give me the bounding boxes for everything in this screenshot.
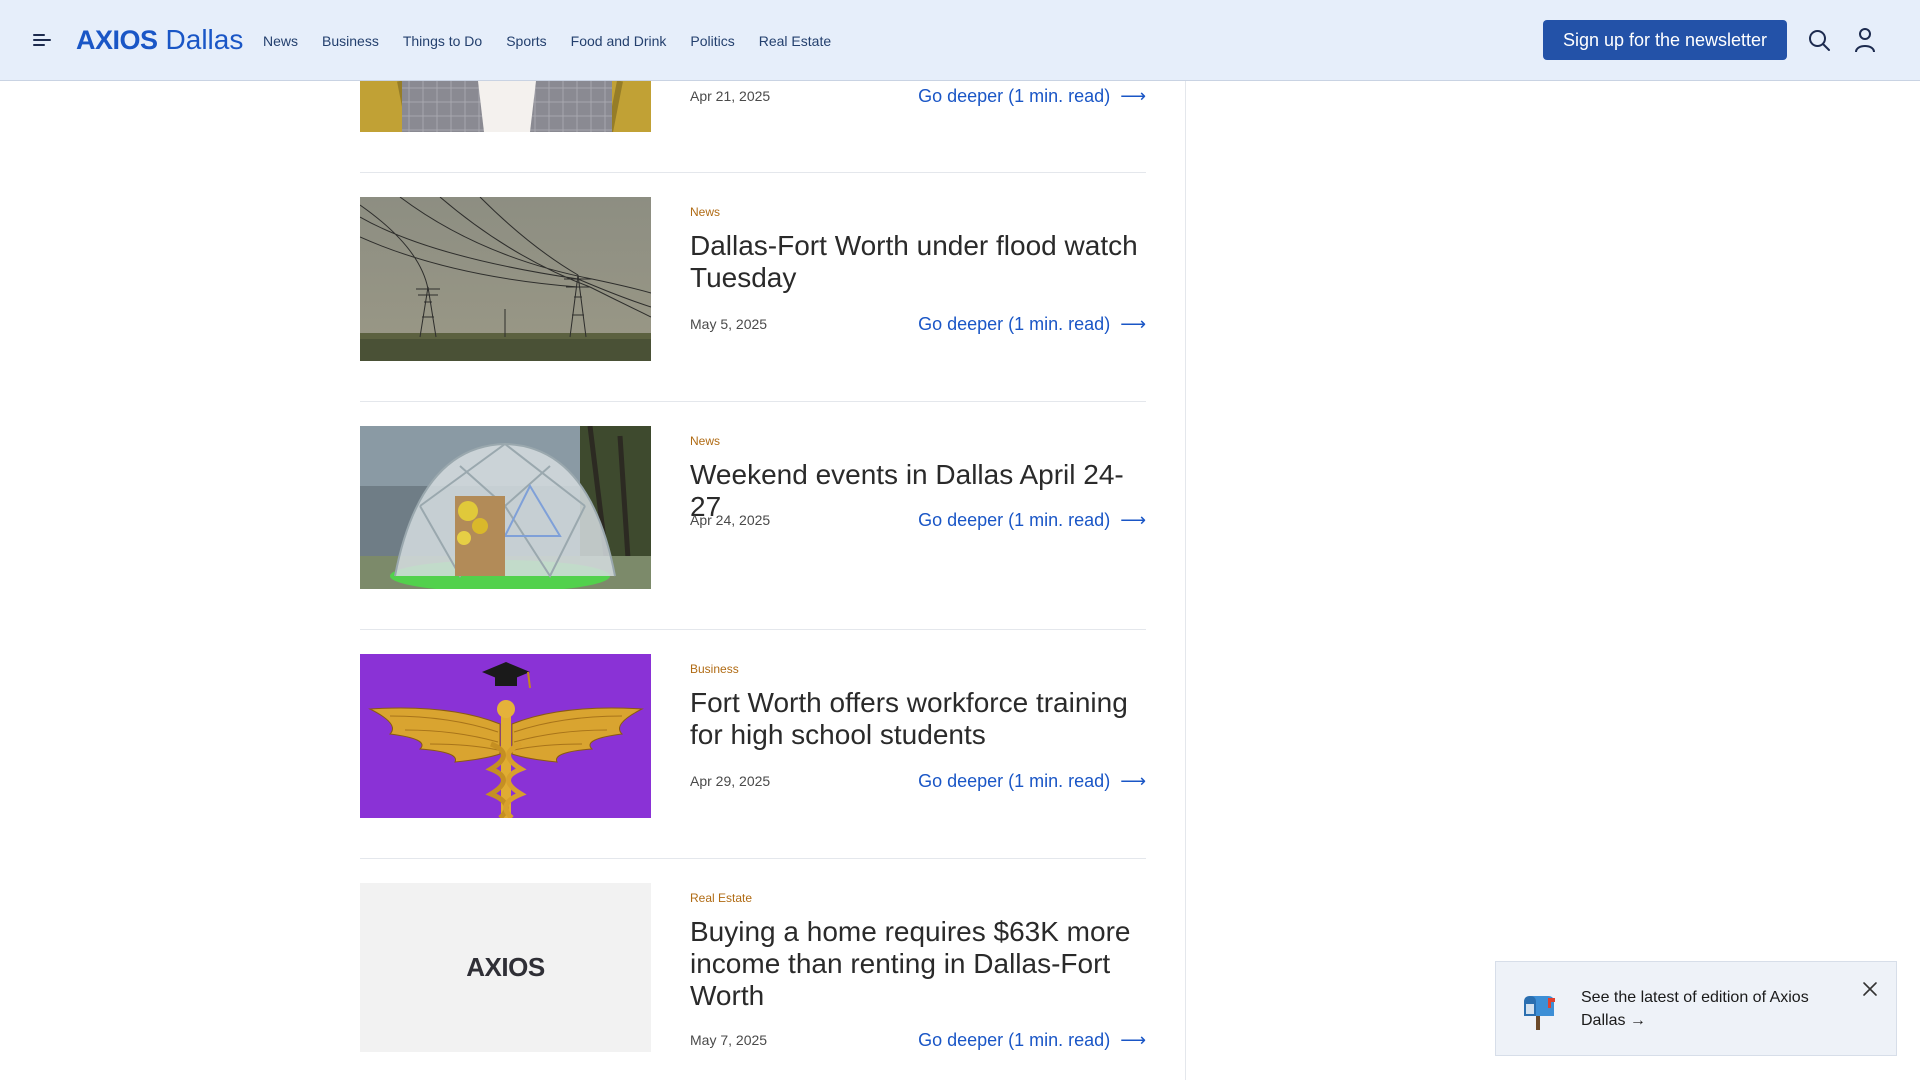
article-separator bbox=[360, 172, 1146, 173]
article-thumbnail[interactable] bbox=[360, 81, 651, 132]
article-date: May 7, 2025 bbox=[690, 1032, 768, 1048]
article-title[interactable]: Buying a home requires $63K more income … bbox=[690, 916, 1146, 1012]
article-separator bbox=[360, 858, 1146, 859]
article-category[interactable]: News bbox=[690, 434, 1146, 448]
go-deeper-link[interactable]: Go deeper (1 min. read) ⟶ bbox=[918, 314, 1146, 335]
article-thumbnail[interactable] bbox=[360, 426, 651, 589]
toast-message[interactable]: See the latest of edition of Axios Dalla… bbox=[1581, 986, 1841, 1032]
user-icon[interactable] bbox=[1849, 24, 1881, 56]
arrow-right-icon: ⟶ bbox=[1120, 85, 1146, 106]
article-thumbnail[interactable] bbox=[360, 197, 651, 361]
nav-politics[interactable]: Politics bbox=[690, 33, 734, 49]
nav-news[interactable]: News bbox=[263, 33, 298, 49]
logo-mark: AXIOS bbox=[76, 24, 158, 55]
article-category[interactable]: Real Estate bbox=[690, 891, 1146, 905]
close-icon[interactable] bbox=[1859, 978, 1881, 1000]
site-logo[interactable]: AXIOS Dallas bbox=[76, 22, 243, 58]
nav-business[interactable]: Business bbox=[322, 33, 379, 49]
nav-things-to-do[interactable]: Things to Do bbox=[403, 33, 482, 49]
article-thumbnail[interactable] bbox=[360, 654, 651, 818]
nav-real-estate[interactable]: Real Estate bbox=[759, 33, 831, 49]
article-separator bbox=[360, 401, 1146, 402]
newsletter-toast: See the latest of edition of Axios Dalla… bbox=[1495, 961, 1897, 1056]
article-thumbnail[interactable]: AXIOS bbox=[360, 883, 651, 1052]
site-header: AXIOS Dallas News Business Things to Do … bbox=[0, 0, 1920, 81]
menu-icon[interactable] bbox=[31, 30, 55, 50]
article-category[interactable]: News bbox=[690, 205, 1146, 219]
arrow-right-icon: ⟶ bbox=[1120, 509, 1146, 530]
article-date: May 5, 2025 bbox=[690, 316, 768, 332]
article-meta-row: Apr 24, 2025 Go deeper (1 min. read) ⟶ bbox=[690, 508, 1146, 532]
article-text: Real Estate Buying a home requires $63K … bbox=[690, 891, 1146, 1012]
article-title[interactable]: Dallas-Fort Worth under flood watch Tues… bbox=[690, 230, 1146, 294]
nav-sports[interactable]: Sports bbox=[506, 33, 546, 49]
main-nav: News Business Things to Do Sports Food a… bbox=[263, 0, 855, 81]
article-date: Apr 29, 2025 bbox=[690, 773, 771, 789]
arrow-right-icon: ⟶ bbox=[1120, 770, 1146, 791]
go-deeper-link[interactable]: Go deeper (1 min. read) ⟶ bbox=[918, 86, 1146, 107]
column-divider bbox=[1185, 81, 1186, 1080]
article-meta-row: May 7, 2025 Go deeper (1 min. read) ⟶ bbox=[690, 1028, 1146, 1052]
article-meta-row: May 5, 2025 Go deeper (1 min. read) ⟶ bbox=[690, 312, 1146, 336]
go-deeper-label: Go deeper (1 min. read) bbox=[918, 85, 1111, 106]
go-deeper-label: Go deeper (1 min. read) bbox=[918, 1029, 1111, 1050]
article-date: Apr 24, 2025 bbox=[690, 512, 771, 528]
go-deeper-label: Go deeper (1 min. read) bbox=[918, 509, 1111, 530]
article-text: News Dallas-Fort Worth under flood watch… bbox=[690, 205, 1146, 294]
article-separator bbox=[360, 629, 1146, 630]
go-deeper-link[interactable]: Go deeper (1 min. read) ⟶ bbox=[918, 1030, 1146, 1051]
logo-city: Dallas bbox=[165, 24, 244, 55]
arrow-right-icon: ⟶ bbox=[1120, 1029, 1146, 1050]
article-meta-row: Apr 21, 2025 Go deeper (1 min. read) ⟶ bbox=[690, 84, 1146, 108]
axios-logo: AXIOS bbox=[466, 952, 545, 982]
mailbox-icon bbox=[1518, 992, 1558, 1032]
search-icon[interactable] bbox=[1803, 24, 1835, 56]
arrow-right-icon: ⟶ bbox=[1120, 313, 1146, 334]
article-category[interactable]: Business bbox=[690, 662, 1146, 676]
article-text: Business Fort Worth offers workforce tra… bbox=[690, 662, 1146, 751]
article-meta-row: Apr 29, 2025 Go deeper (1 min. read) ⟶ bbox=[690, 769, 1146, 793]
go-deeper-label: Go deeper (1 min. read) bbox=[918, 313, 1111, 334]
article-title[interactable]: Fort Worth offers workforce training for… bbox=[690, 687, 1146, 751]
go-deeper-link[interactable]: Go deeper (1 min. read) ⟶ bbox=[918, 771, 1146, 792]
go-deeper-label: Go deeper (1 min. read) bbox=[918, 770, 1111, 791]
go-deeper-link[interactable]: Go deeper (1 min. read) ⟶ bbox=[918, 510, 1146, 531]
nav-food-and-drink[interactable]: Food and Drink bbox=[571, 33, 667, 49]
newsletter-signup-button[interactable]: Sign up for the newsletter bbox=[1543, 20, 1787, 60]
article-date: Apr 21, 2025 bbox=[690, 88, 771, 104]
